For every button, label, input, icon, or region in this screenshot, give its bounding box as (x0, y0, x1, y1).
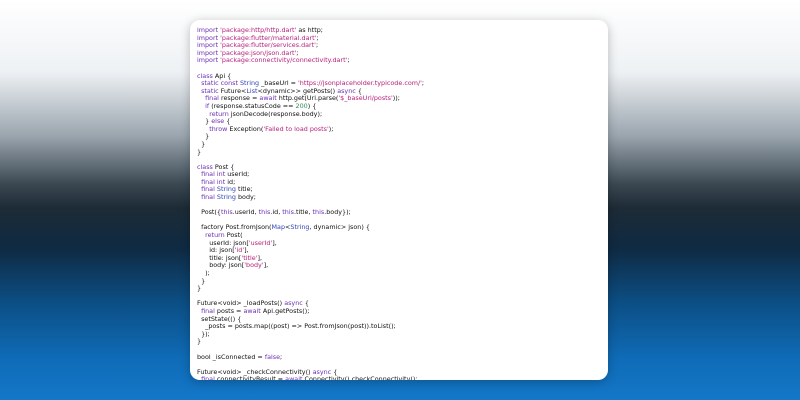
code-line: ); (197, 269, 604, 278)
code-token: .title, (293, 208, 313, 217)
code-token: final (201, 375, 217, 380)
code-token: 'Failed to load posts' (263, 124, 329, 133)
code-line: } (197, 133, 604, 141)
code-token: this (258, 208, 271, 217)
code-token: )); (392, 94, 400, 103)
code-token: 'userId' (248, 238, 273, 247)
code-snippet-card: import 'package:http/http.dart' as http;… (190, 20, 608, 380)
code-line: final int id; (197, 178, 604, 187)
code-line: throw Exception('Failed to load posts'); (197, 124, 604, 134)
code-line: factory Post.fromJson(Map<String, dynami… (197, 224, 604, 232)
code-line: body: json['body'], (197, 262, 604, 270)
code-line: } (197, 277, 604, 286)
code-line: }); (197, 330, 604, 339)
code-token: .body}); (324, 208, 351, 217)
code-block: import 'package:http/http.dart' as http;… (197, 26, 604, 380)
code-token: String (290, 223, 310, 232)
code-token: Post({ (197, 208, 221, 217)
code-line: _posts = posts.map((post) => Post.fromJs… (197, 322, 604, 331)
code-line: final connectivityResult = await Connect… (197, 376, 604, 380)
code-token: '$_baseUrl/posts' (338, 94, 393, 103)
code-token: Exception( (229, 124, 264, 133)
code-token: await (243, 306, 263, 315)
code-line: return jsonDecode(response.body); (197, 109, 604, 119)
code-token: Connectivity().checkConnectivity(); (304, 375, 418, 380)
code-token: bool _isConnected = (197, 352, 265, 361)
code-token: this (282, 208, 294, 217)
code-token: ; (421, 79, 425, 88)
code-token: ; (280, 352, 283, 361)
code-token: Map (271, 223, 286, 232)
code-line: } (197, 148, 604, 157)
code-token: } (197, 284, 202, 293)
code-line: final posts = await Api.getPosts(); (197, 306, 604, 316)
code-line: bool _isConnected = false; (197, 352, 604, 362)
code-line: } (197, 284, 604, 293)
code-line: final String body; (197, 193, 604, 202)
code-token: import (197, 56, 221, 65)
code-token: connectivityResult = (216, 375, 286, 380)
code-token: Api.getPosts(); (262, 306, 310, 315)
code-token: , dynamic> json) { (309, 223, 370, 232)
code-token: await (285, 375, 305, 380)
code-token: .userId, (232, 208, 259, 217)
code-token: String (216, 193, 236, 202)
code-token: body; (235, 193, 256, 202)
code-line: import 'package:connectivity/connectivit… (197, 57, 604, 65)
code-token: 'body' (244, 261, 264, 270)
code-token: this (312, 208, 325, 217)
code-line: class Post { (197, 163, 604, 172)
code-token: _posts = posts.map((post) => Post.fromJs… (197, 322, 396, 331)
code-line: } (197, 338, 604, 346)
code-line: final int userId; (197, 170, 604, 179)
code-line: userId: json['userId'], (197, 238, 604, 248)
code-token: false (264, 352, 281, 361)
code-token: this (221, 208, 233, 217)
code-token: ], (272, 238, 277, 247)
code-token: ; (315, 41, 319, 50)
code-line: Post({this.userId, this.id, this.title, … (197, 208, 604, 217)
code-token: final (201, 193, 217, 202)
code-token: ], (263, 261, 269, 270)
code-token: ); (328, 124, 334, 133)
code-token: jsonDecode(response.body); (230, 109, 323, 118)
code-line: final String title; (197, 186, 604, 194)
code-token: ; (347, 56, 350, 65)
code-token: throw (209, 124, 230, 133)
code-token: 'package:connectivity/connectivity.dart' (220, 56, 348, 65)
code-line: } (197, 140, 604, 149)
code-token: .id, (270, 208, 283, 217)
